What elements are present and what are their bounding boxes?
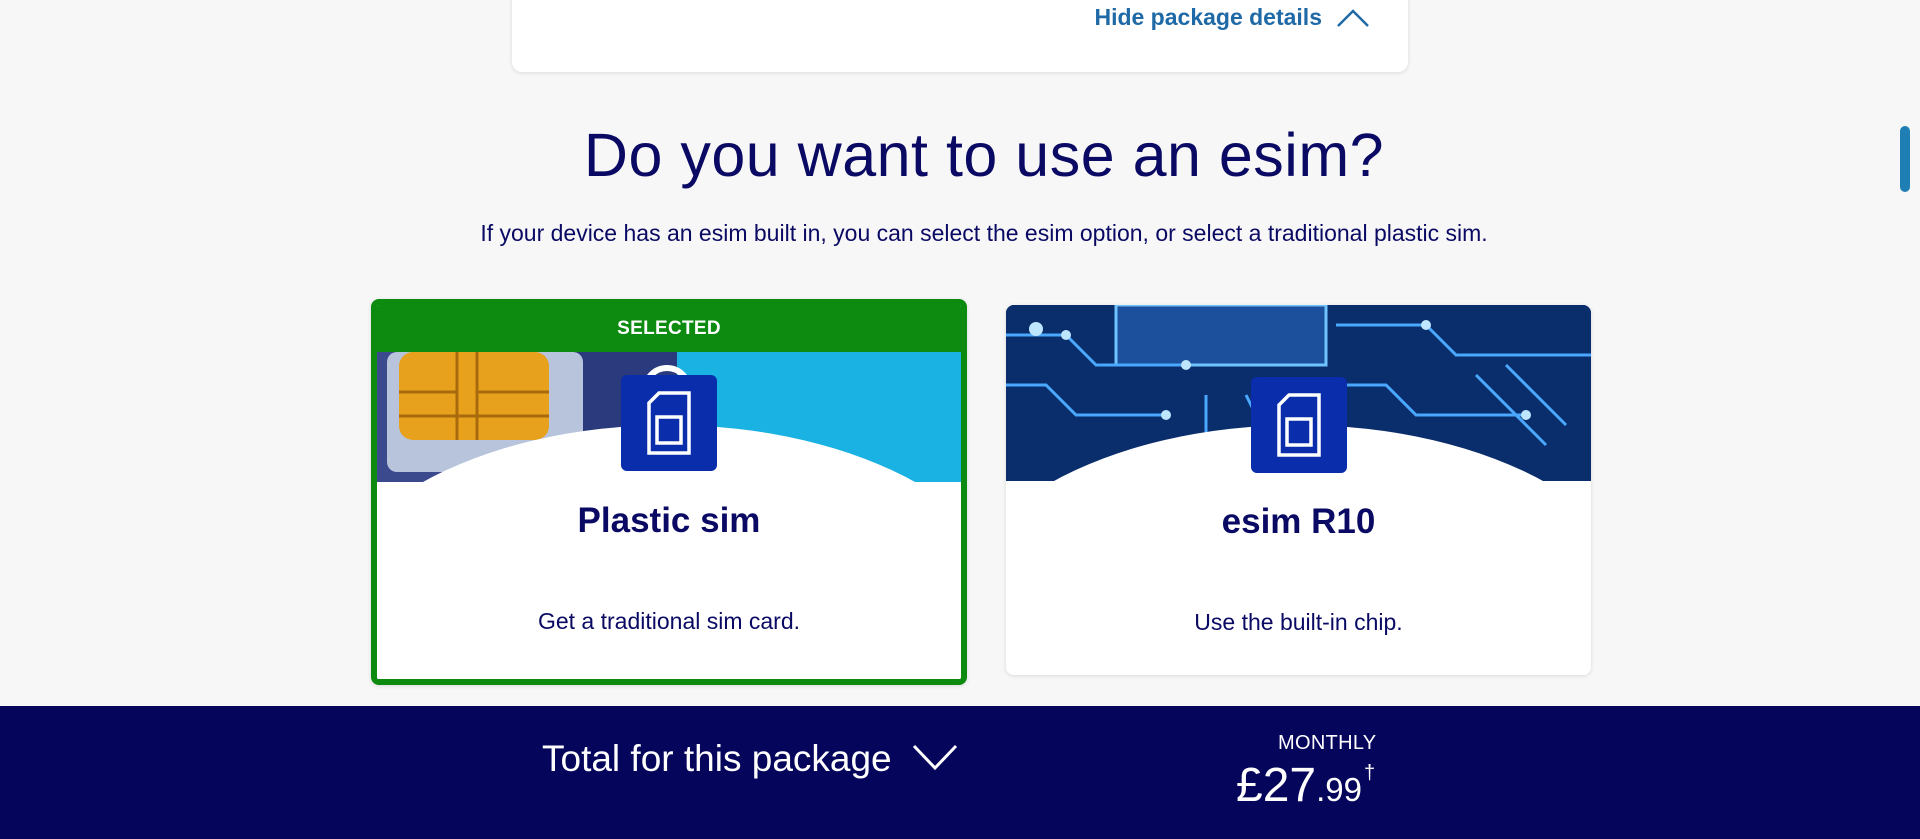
sim-card-icon <box>621 375 717 471</box>
sim-card-icon <box>1250 377 1347 473</box>
chevron-up-icon <box>1336 8 1370 28</box>
hide-package-details-label: Hide package details <box>1094 4 1322 30</box>
page-subtitle: If your device has an esim built in, you… <box>480 220 1488 246</box>
scrollbar-thumb[interactable] <box>1900 126 1910 192</box>
price-pounds: £27 <box>1236 759 1317 812</box>
package-details-card: Hide package details <box>512 0 1408 72</box>
hide-package-details-link[interactable]: Hide package details <box>1094 4 1370 31</box>
page-title: Do you want to use an esim? <box>583 121 1385 189</box>
option-title: esim R10 <box>1221 502 1376 541</box>
option-description: Get a traditional sim card. <box>537 608 801 634</box>
chevron-down-icon <box>912 738 958 780</box>
option-esim[interactable]: esim R10 Use the built-in chip. <box>1006 305 1591 675</box>
option-plastic-sim[interactable]: SELECTED Plastic sim Get a traditional s… <box>371 299 967 685</box>
monthly-label: MONTHLY <box>1278 732 1377 754</box>
package-total-bar: Total for this package MONTHLY £27 .99 † <box>0 706 1920 839</box>
option-title: Plastic sim <box>577 501 761 540</box>
page: Hide package details Do you want to use … <box>0 0 1920 839</box>
total-label: Total for this package <box>542 738 892 779</box>
price-pence: .99 <box>1316 771 1362 808</box>
option-description: Use the built-in chip. <box>1194 609 1403 635</box>
selected-badge: SELECTED <box>377 305 961 352</box>
total-for-package-toggle[interactable]: Total for this package <box>542 738 958 780</box>
monthly-price: £27 .99 † <box>1236 758 1375 813</box>
price-footnote-mark: † <box>1363 762 1376 784</box>
